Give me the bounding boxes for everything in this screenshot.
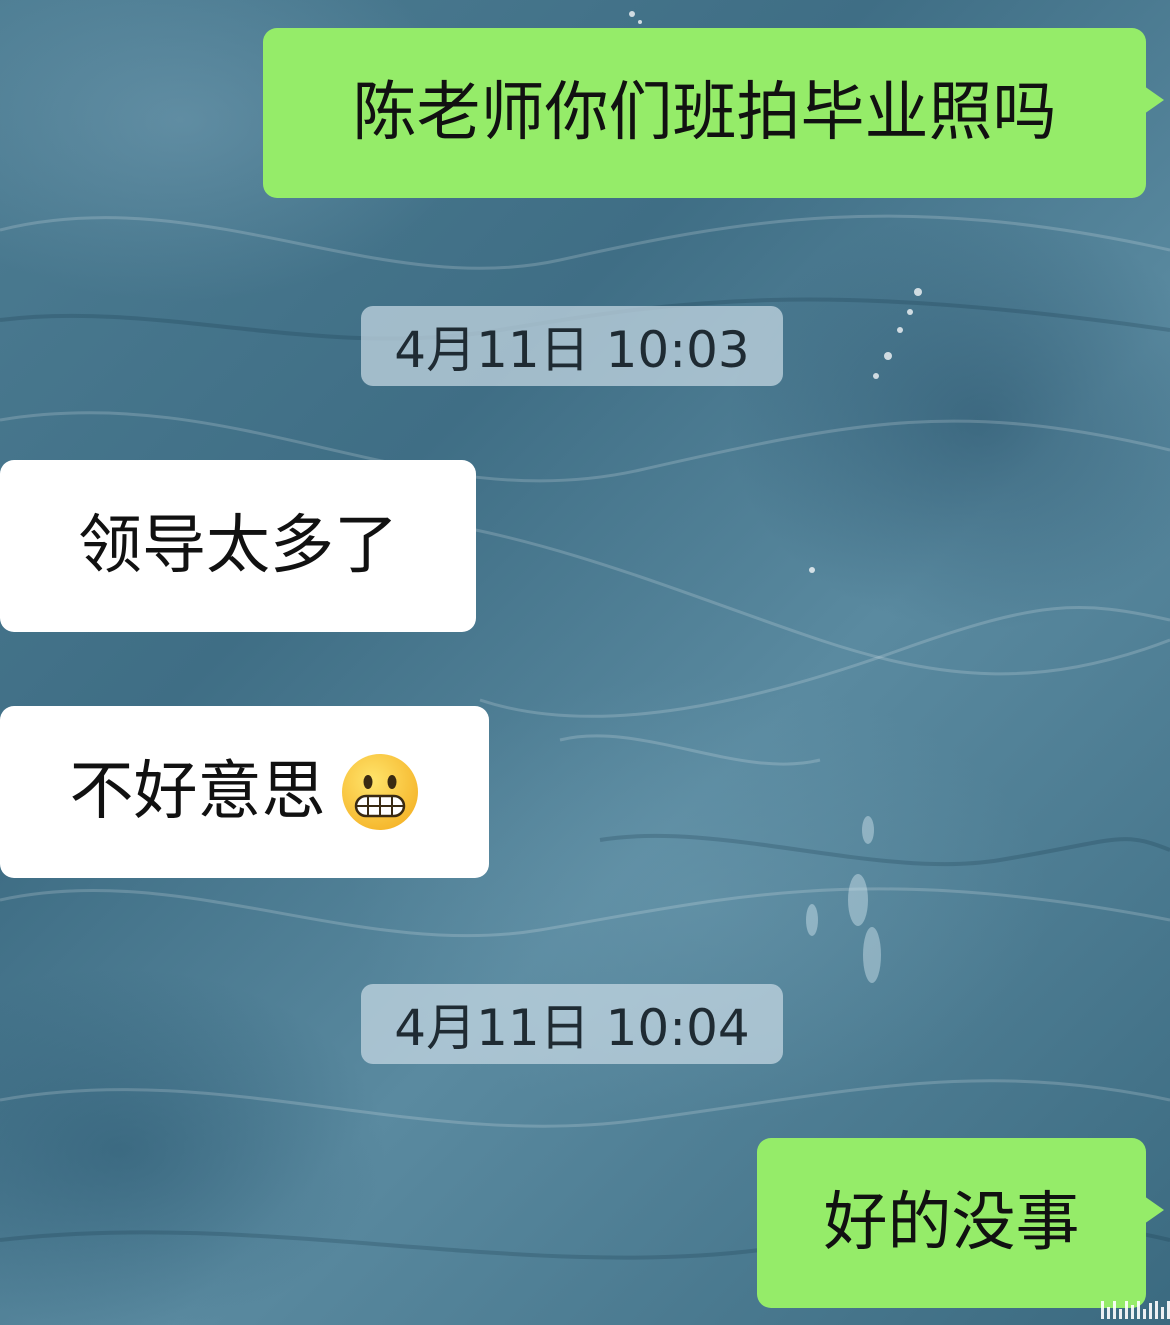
bubble-tail <box>1144 86 1164 114</box>
message-text: 领导太多了 <box>78 509 398 583</box>
timestamp-text: 4月11日 10:03 <box>394 321 750 379</box>
timestamp-text: 4月11日 10:04 <box>394 999 750 1057</box>
message-bubble-sent[interactable]: 好的没事 <box>757 1138 1164 1308</box>
timestamp: 4月11日 10:04 <box>361 984 783 1064</box>
message-bubble-received[interactable]: 不好意思 <box>0 706 489 878</box>
message-text: 陈老师你们班拍毕业照吗 <box>352 76 1057 150</box>
chat-background <box>0 0 1170 1325</box>
timestamp: 4月11日 10:03 <box>361 306 783 386</box>
bubble-tail <box>1144 1196 1164 1224</box>
grimacing-face-icon <box>341 754 418 830</box>
watermark-barcode <box>1101 1301 1170 1319</box>
water-texture <box>0 11 1170 1260</box>
message-bubble-received[interactable]: 领导太多了 <box>0 460 476 632</box>
message-text: 好的没事 <box>823 1186 1080 1260</box>
message-text: 不好意思 <box>69 755 326 829</box>
message-bubble-sent[interactable]: 陈老师你们班拍毕业照吗 <box>263 28 1164 198</box>
